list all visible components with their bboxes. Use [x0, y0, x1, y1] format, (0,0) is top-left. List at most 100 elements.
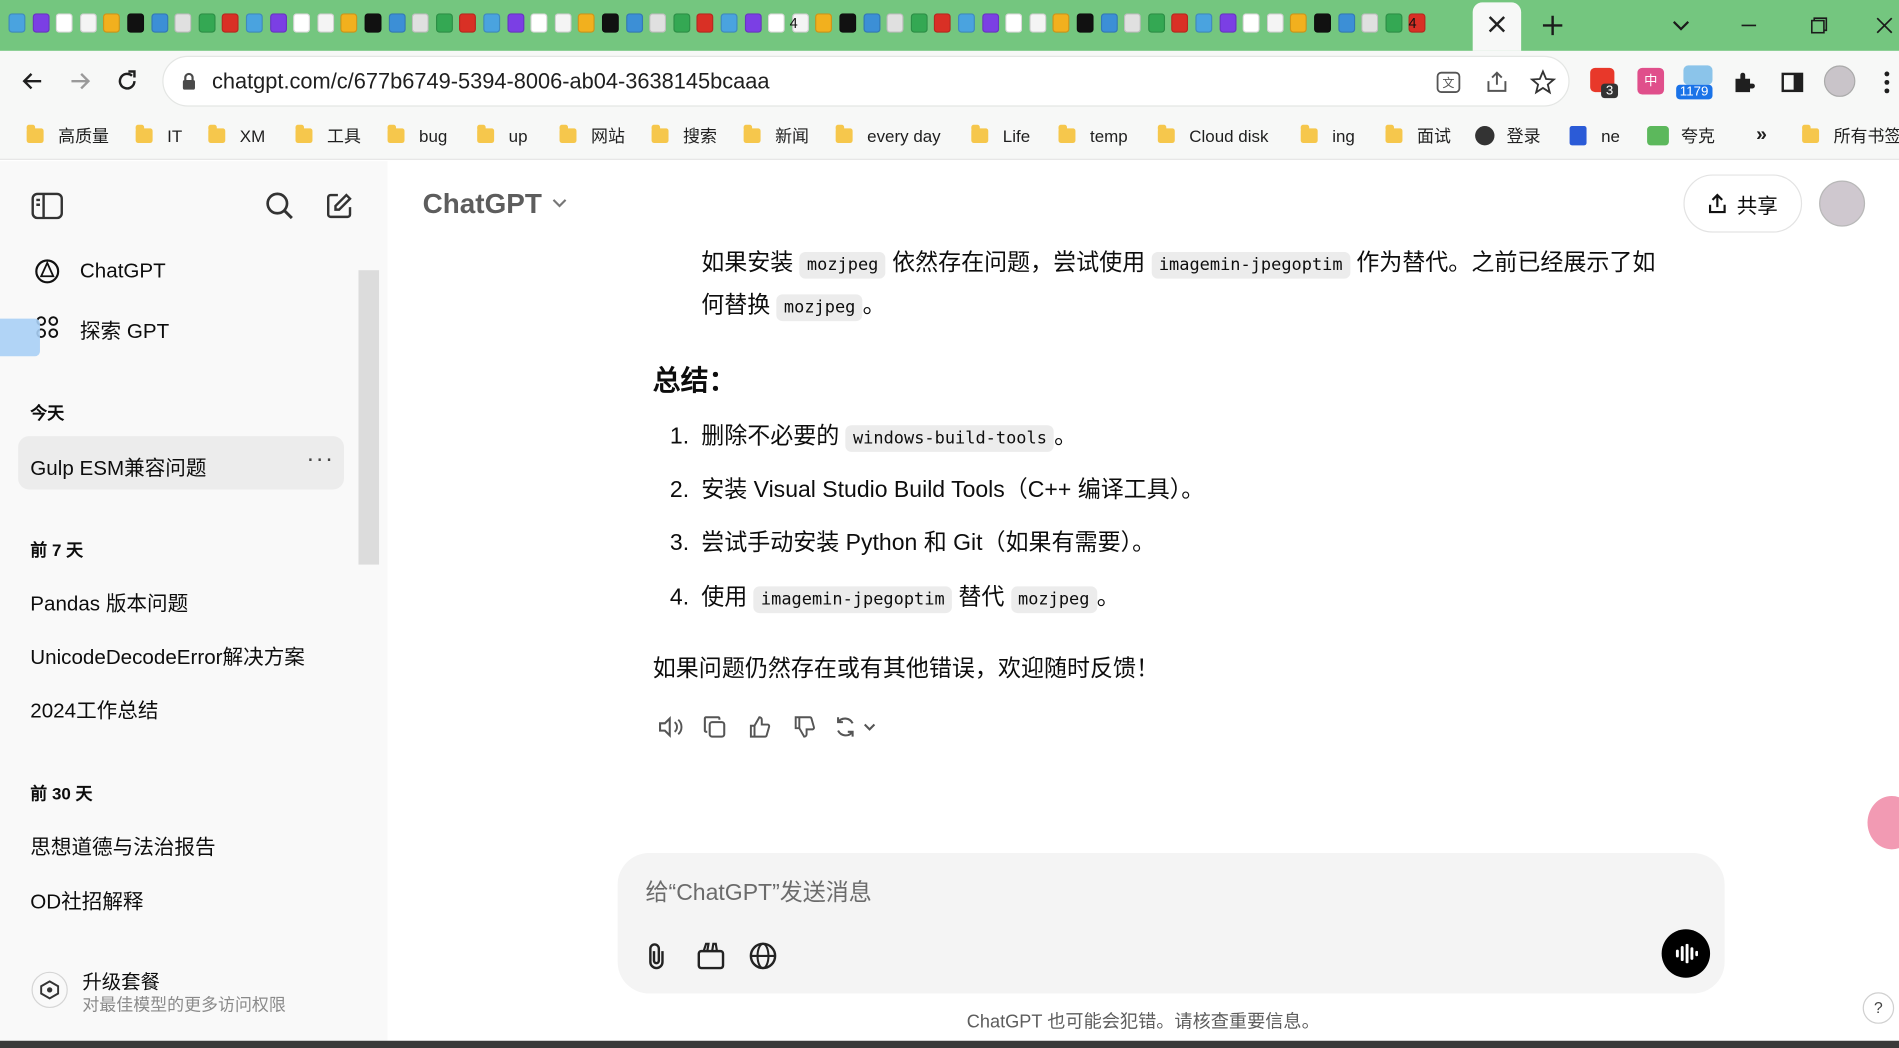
tab-favicon-icon[interactable] — [1195, 13, 1213, 33]
web-search-icon[interactable] — [745, 938, 781, 974]
tab-favicon-icon[interactable] — [839, 13, 857, 33]
side-panel-icon[interactable] — [1778, 68, 1807, 97]
forward-icon[interactable] — [64, 65, 95, 97]
tab-favicon-icon[interactable] — [1242, 13, 1260, 33]
bookmark-folder[interactable]: 新闻 — [743, 122, 809, 149]
tab-favicon-icon[interactable] — [1005, 13, 1023, 33]
tab-favicon-icon[interactable] — [150, 13, 168, 33]
floating-doc-icon[interactable] — [0, 318, 40, 357]
sidebar-scrollbar[interactable] — [358, 270, 380, 565]
tab-favicon-icon[interactable] — [886, 13, 904, 33]
bookmark-ne[interactable]: ne — [1569, 122, 1620, 149]
bookmark-folder[interactable]: 面试 — [1385, 122, 1451, 149]
tab-favicon-icon[interactable] — [340, 13, 358, 33]
conversation-item[interactable]: Pandas 版本问题 — [30, 586, 188, 616]
tab-favicon-icon[interactable] — [8, 13, 26, 33]
tab-favicon-icon[interactable] — [293, 13, 311, 33]
tab-favicon-icon[interactable] — [364, 13, 382, 33]
bookmark-folder[interactable]: 工具 — [295, 122, 361, 149]
tab-favicon-icon[interactable] — [459, 13, 477, 33]
tab-favicon-icon[interactable] — [198, 13, 216, 33]
browser-menu-icon[interactable] — [1877, 68, 1896, 97]
bookmark-folder[interactable]: up — [477, 122, 528, 149]
bookmark-folder[interactable]: 网站 — [559, 122, 625, 149]
conversation-item[interactable]: 2024工作总结 — [30, 693, 158, 723]
address-bar[interactable]: chatgpt.com/c/677b6749-5394-8006-ab04-36… — [162, 55, 1570, 107]
tab-favicon-icon[interactable] — [174, 13, 192, 33]
share-page-icon[interactable] — [1484, 69, 1511, 96]
tab-favicon-icon[interactable] — [815, 13, 833, 33]
share-button[interactable]: 共享 — [1683, 174, 1803, 233]
conversation-item[interactable]: 思想道德与法治报告 — [30, 830, 215, 860]
message-input[interactable]: 给“ChatGPT”发送消息 — [646, 875, 1675, 908]
translate-icon[interactable]: 文 — [1435, 69, 1462, 96]
bookmark-star-icon[interactable] — [1529, 69, 1557, 96]
sidebar-item-chatgpt[interactable]: ChatGPT — [17, 248, 344, 294]
tab-favicon-icon[interactable] — [1052, 13, 1070, 33]
tab-favicon-icon[interactable] — [79, 13, 97, 33]
bookmark-quark[interactable]: 夸克 — [1647, 122, 1715, 149]
tab-favicon-icon[interactable] — [863, 13, 880, 33]
extensions-puzzle-icon[interactable] — [1729, 68, 1758, 97]
tab-favicon-icon[interactable] — [269, 13, 287, 33]
new-chat-icon[interactable] — [319, 185, 360, 226]
bookmark-login[interactable]: 登录 — [1475, 122, 1541, 149]
tab-favicon-icon[interactable] — [127, 13, 145, 33]
bookmark-folder[interactable]: Cloud disk — [1157, 122, 1268, 149]
tab-favicon-icon[interactable] — [1100, 13, 1118, 33]
conversation-item[interactable]: OD社招解释 — [30, 884, 143, 914]
bookmark-folder[interactable]: temp — [1058, 122, 1128, 149]
tab-favicon-icon[interactable] — [957, 13, 975, 33]
tab-favicon-icon[interactable] — [388, 13, 406, 33]
tab-favicon-icon[interactable] — [934, 13, 952, 33]
tab-favicon-icon[interactable] — [649, 13, 667, 33]
bookmark-folder[interactable]: 高质量 — [26, 122, 109, 149]
tab-favicon-icon[interactable] — [245, 13, 263, 33]
all-bookmarks[interactable]: 所有书签 — [1802, 122, 1899, 149]
tab-favicon-icon[interactable] — [222, 13, 240, 33]
read-aloud-icon[interactable] — [654, 711, 685, 743]
tab-favicon-icon[interactable] — [696, 13, 714, 33]
tab-search-icon[interactable] — [1664, 10, 1698, 42]
tab-favicon-icon[interactable] — [981, 13, 999, 33]
more-options-icon[interactable]: ··· — [306, 446, 334, 474]
tab-favicon-icon[interactable] — [506, 13, 524, 33]
tab-favicon-icon[interactable] — [720, 13, 738, 33]
tab-favicon-icon[interactable] — [1076, 13, 1094, 33]
bookmark-folder[interactable]: bug — [387, 122, 447, 149]
tab-favicon-icon[interactable] — [554, 13, 572, 33]
close-tab-icon[interactable] — [1473, 2, 1521, 50]
regenerate-icon[interactable] — [832, 711, 883, 743]
user-avatar[interactable] — [1819, 180, 1866, 227]
minimize-icon[interactable] — [1732, 10, 1766, 42]
profile-avatar[interactable] — [1823, 65, 1856, 97]
tab-favicon-icon[interactable] — [601, 13, 619, 33]
tab-favicon-icon[interactable] — [483, 13, 501, 33]
back-icon[interactable] — [17, 65, 48, 97]
bookmark-folder[interactable]: 搜索 — [651, 122, 717, 149]
tab-favicon-icon[interactable] — [1171, 13, 1189, 33]
tab-favicon-icon[interactable] — [55, 13, 73, 33]
tab-favicon-icon[interactable] — [625, 13, 643, 33]
attach-icon[interactable] — [639, 938, 673, 974]
url-text[interactable]: chatgpt.com/c/677b6749-5394-8006-ab04-36… — [212, 69, 770, 94]
voice-mode-button[interactable] — [1661, 929, 1711, 978]
copy-icon[interactable] — [699, 711, 730, 743]
upgrade-plan-button[interactable]: 升级套餐 对最佳模型的更多访问权限 — [17, 955, 368, 1023]
more-bookmarks-icon[interactable]: » — [1756, 122, 1767, 149]
search-icon[interactable] — [259, 185, 300, 226]
tab-favicon-icon[interactable] — [1029, 13, 1047, 33]
floating-translate-icon[interactable] — [1867, 796, 1899, 850]
tab-favicon-icon[interactable] — [32, 13, 50, 33]
sidebar-item-explore-gpts[interactable]: 探索 GPT — [17, 303, 344, 349]
bookmark-folder[interactable]: XM — [208, 122, 265, 149]
tab-favicon-icon[interactable] — [1314, 13, 1331, 33]
help-button[interactable]: ? — [1862, 992, 1895, 1024]
bookmark-folder[interactable]: ing — [1300, 122, 1355, 149]
conversation-item[interactable]: UnicodeDecodeError解决方案 — [30, 640, 321, 670]
active-tab[interactable] — [1472, 2, 1522, 51]
close-window-icon[interactable] — [1870, 10, 1899, 42]
conversation-item[interactable]: Gulp ESM兼容问题 ··· — [18, 436, 344, 490]
thumbs-up-icon[interactable] — [744, 711, 775, 743]
translate-extension-icon[interactable]: 中 — [1637, 67, 1665, 95]
